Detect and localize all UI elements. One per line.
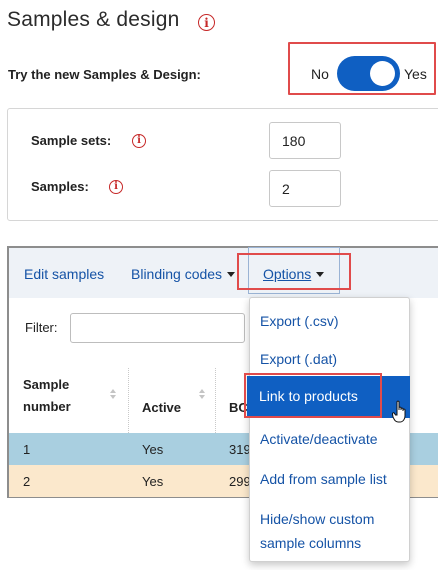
blinding-codes-dropdown[interactable]: Blinding codes — [131, 266, 236, 282]
menu-item-link-to-products-label: Link to products — [259, 388, 358, 404]
sample-sets-input[interactable] — [269, 122, 341, 159]
sample-settings-panel — [7, 108, 438, 221]
cell-sample-number: 1 — [23, 442, 31, 457]
menu-item-export-csv[interactable]: Export (.csv) — [260, 309, 339, 333]
menu-item-export-dat[interactable]: Export (.dat) — [260, 347, 337, 371]
options-menu: Export (.csv) Export (.dat) Activate/dea… — [249, 297, 410, 562]
options-label: Options — [263, 266, 312, 282]
samples-label: Samples: — [31, 179, 89, 194]
column-divider — [215, 368, 216, 433]
menu-item-hide-show-columns[interactable]: Hide/show custom sample columns — [260, 507, 374, 555]
chevron-down-icon — [227, 272, 236, 277]
menu-item-line: sample columns — [260, 535, 362, 551]
options-dropdown[interactable]: Options — [263, 266, 325, 282]
cell-active: Yes — [142, 442, 164, 457]
new-design-toggle[interactable] — [337, 56, 400, 91]
blinding-codes-label: Blinding codes — [131, 266, 223, 282]
column-header-line: number — [23, 399, 71, 414]
cell-sample-number: 2 — [23, 474, 31, 489]
chevron-down-icon — [316, 272, 325, 277]
cell-bc: 319 — [229, 442, 251, 457]
filter-input[interactable] — [70, 313, 245, 343]
new-design-label: Try the new Samples & Design: — [8, 67, 201, 82]
toggle-knob — [370, 61, 395, 86]
info-icon[interactable]: i — [132, 134, 146, 148]
sort-icon[interactable] — [199, 389, 207, 399]
sort-icon[interactable] — [110, 389, 118, 399]
toggle-off-label: No — [311, 66, 329, 82]
column-divider — [128, 368, 129, 433]
samples-input[interactable] — [269, 170, 341, 207]
menu-item-add-from-sample-list[interactable]: Add from sample list — [260, 467, 387, 491]
toggle-on-label: Yes — [404, 66, 427, 82]
column-header-sample-number[interactable]: Sample number — [23, 374, 71, 418]
filter-label: Filter: — [25, 320, 58, 335]
column-header-active[interactable]: Active — [142, 397, 181, 419]
sample-sets-label: Sample sets: — [31, 133, 112, 148]
page-title: Samples & design — [7, 8, 180, 31]
menu-item-activate-deactivate[interactable]: Activate/deactivate — [260, 427, 378, 451]
hand-cursor-icon — [392, 400, 406, 423]
cell-bc: 299 — [229, 474, 251, 489]
info-icon[interactable]: i — [109, 180, 123, 194]
info-icon[interactable]: i — [198, 14, 215, 31]
menu-item-line: Hide/show custom — [260, 511, 375, 527]
column-header-line: Sample — [23, 377, 70, 392]
cell-active: Yes — [142, 474, 164, 489]
edit-samples-link[interactable]: Edit samples — [24, 266, 104, 282]
